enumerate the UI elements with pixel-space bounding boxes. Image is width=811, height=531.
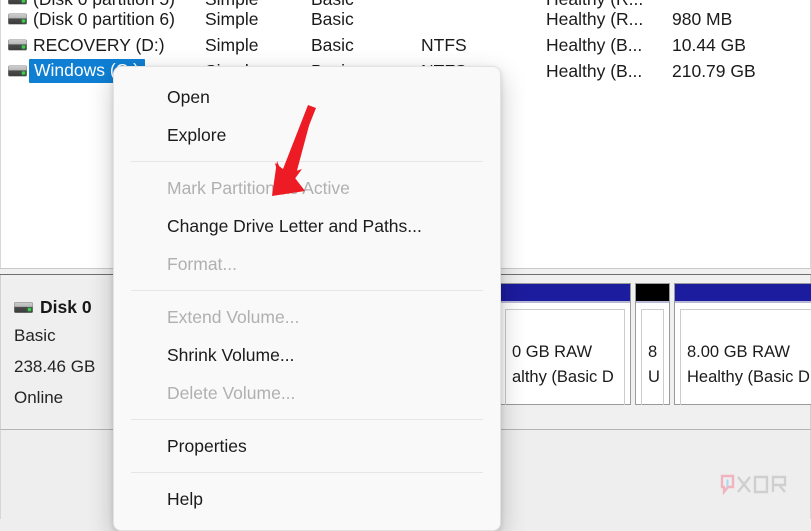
- disk-title: Disk 0: [40, 297, 92, 317]
- menu-item-format: Format...: [167, 253, 238, 274]
- volume-status: Healthy (B...: [546, 34, 643, 55]
- volume-type: Basic: [311, 34, 354, 55]
- volume-layout: Simple: [205, 8, 259, 29]
- menu-separator: [131, 472, 483, 473]
- drive-icon: [8, 61, 27, 82]
- partition-status: U: [648, 368, 660, 386]
- partition-usage-bar: [500, 284, 630, 303]
- partition-size: 8: [648, 343, 658, 361]
- xda-watermark-logo: [720, 474, 787, 496]
- volume-capacity: 10.44 GB: [672, 34, 746, 55]
- partition-block[interactable]: 8 U: [635, 283, 670, 405]
- menu-separator: [131, 161, 483, 162]
- partition-status: Healthy (Basic D: [687, 368, 810, 386]
- menu-item-properties[interactable]: Properties: [114, 427, 500, 465]
- partition-usage-bar: [675, 284, 811, 303]
- menu-item-delete-volume: Delete Volume...: [167, 382, 296, 403]
- disk-title-row: Disk 0: [14, 297, 117, 318]
- context-menu[interactable]: Open Explore Mark Partition as Active Ch…: [113, 66, 501, 531]
- partition-block[interactable]: 0 GB RAW althy (Basic D: [499, 283, 631, 405]
- volume-status: Healthy (B...: [546, 60, 643, 81]
- partition-details: 8 U: [641, 309, 664, 405]
- menu-item-extend-volume: Extend Volume...: [167, 306, 300, 327]
- volume-layout: Simple: [205, 34, 259, 55]
- menu-item-change-drive-letter-and-paths[interactable]: Change Drive Letter and Paths...: [114, 207, 500, 245]
- menu-item-help[interactable]: Help: [114, 480, 500, 518]
- volume-status: Healthy (R...: [546, 8, 644, 29]
- menu-separator: [131, 290, 483, 291]
- menu-separator: [131, 419, 483, 420]
- drive-icon: [8, 9, 27, 30]
- drive-icon: [8, 35, 27, 56]
- volume-capacity: 980 MB: [672, 8, 733, 29]
- disk-type: Basic: [14, 326, 56, 345]
- disk-size: 238.46 GB: [14, 357, 96, 376]
- volume-name: RECOVERY (D:): [33, 34, 165, 55]
- partition-block[interactable]: 8.00 GB RAW Healthy (Basic D: [674, 283, 811, 405]
- screen-root: (Disk 0 partition 5) Simple Basic Health…: [0, 0, 811, 531]
- partition-size: 8.00 GB RAW: [687, 343, 791, 361]
- volume-filesystem: NTFS: [421, 34, 467, 55]
- disk-info-block[interactable]: Disk 0 Basic 238.46 GB Online: [2, 279, 118, 427]
- menu-item-mark-partition-as-active: Mark Partition as Active: [167, 177, 350, 198]
- table-row[interactable]: RECOVERY (D:) Simple Basic NTFS Healthy …: [0, 32, 811, 58]
- partition-size: 0 GB RAW: [512, 343, 593, 361]
- volume-capacity: 210.79 GB: [672, 60, 756, 81]
- menu-item-shrink-volume[interactable]: Shrink Volume...: [114, 336, 500, 374]
- disk-state: Online: [14, 388, 64, 407]
- partition-details: 0 GB RAW althy (Basic D: [505, 309, 625, 405]
- volume-name: (Disk 0 partition 6): [33, 8, 175, 29]
- menu-item-open[interactable]: Open: [114, 78, 500, 116]
- volume-type: Basic: [311, 8, 354, 29]
- partition-usage-bar: [636, 284, 669, 303]
- disk-icon: [14, 302, 33, 313]
- table-row[interactable]: (Disk 0 partition 6) Simple Basic Health…: [0, 6, 811, 32]
- partition-details: 8.00 GB RAW Healthy (Basic D: [680, 309, 811, 405]
- partition-status: althy (Basic D: [512, 368, 614, 386]
- menu-item-explore[interactable]: Explore: [114, 116, 500, 154]
